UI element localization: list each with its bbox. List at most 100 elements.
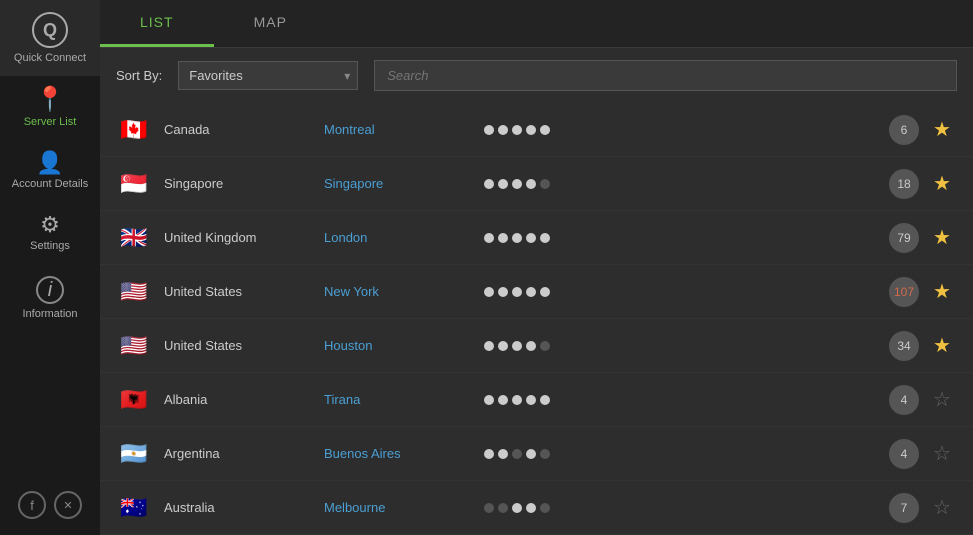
country-name: Argentina <box>164 446 324 461</box>
sidebar-item-label: Server List <box>24 116 77 128</box>
country-flag: 🇸🇬 <box>116 172 152 196</box>
search-input[interactable] <box>374 60 957 91</box>
favorite-star-button[interactable]: ☆ <box>927 493 957 523</box>
country-name: Australia <box>164 500 324 515</box>
city-name: Houston <box>324 338 484 353</box>
account-icon: 👤 <box>36 152 63 174</box>
country-flag: 🇺🇸 <box>116 280 152 304</box>
server-count-badge: 79 <box>889 223 919 253</box>
sidebar-item-label: Information <box>22 308 77 320</box>
filled-dot <box>484 449 494 459</box>
country-flag: 🇬🇧 <box>116 226 152 250</box>
server-count-badge: 6 <box>889 115 919 145</box>
table-row[interactable]: 🇸🇬 SingaporeSingapore 18 ★ <box>100 157 973 211</box>
city-name: Buenos Aires <box>324 446 484 461</box>
empty-dot <box>498 503 508 513</box>
signal-strength <box>484 287 889 297</box>
filled-dot <box>540 395 550 405</box>
filled-dot <box>498 233 508 243</box>
table-row[interactable]: 🇺🇸 United StatesNew York 107 ★ <box>100 265 973 319</box>
empty-dot <box>484 503 494 513</box>
filled-dot <box>540 233 550 243</box>
favorite-star-button[interactable]: ☆ <box>927 385 957 415</box>
filled-dot <box>498 395 508 405</box>
signal-strength <box>484 233 889 243</box>
signal-strength <box>484 341 889 351</box>
server-count-badge: 7 <box>889 493 919 523</box>
table-row[interactable]: 🇦🇺AustraliaMelbourne7☆ <box>100 481 973 535</box>
sort-select-wrapper: Favorites Country City Server Count ▾ <box>178 61 358 90</box>
tab-map[interactable]: MAP <box>214 0 327 47</box>
filled-dot <box>484 233 494 243</box>
sidebar-item-information[interactable]: i Information <box>0 264 100 332</box>
filled-dot <box>498 449 508 459</box>
favorite-star-button[interactable]: ★ <box>927 115 957 145</box>
server-list: 🇨🇦CanadaMontreal6★🇸🇬SingaporeSingapore18… <box>100 103 973 535</box>
city-name: Tirana <box>324 392 484 407</box>
server-list-icon: 📍 <box>35 88 65 112</box>
sidebar-item-quick-connect[interactable]: Q Quick Connect <box>0 0 100 76</box>
filled-dot <box>512 179 522 189</box>
table-row[interactable]: 🇦🇱AlbaniaTirana4☆ <box>100 373 973 427</box>
table-row[interactable]: 🇦🇷 ArgentinaBuenos Aires 4 ☆ <box>100 427 973 481</box>
table-row[interactable]: 🇺🇸United StatesHouston34★ <box>100 319 973 373</box>
sort-label: Sort By: <box>116 68 162 83</box>
sidebar-item-label: Settings <box>30 240 70 252</box>
empty-dot <box>540 179 550 189</box>
city-name: New York <box>324 284 484 299</box>
sort-select[interactable]: Favorites Country City Server Count <box>178 61 358 90</box>
q-icon: Q <box>32 12 68 48</box>
signal-strength <box>484 449 889 459</box>
settings-icon: ⚙ <box>40 214 60 236</box>
tab-list[interactable]: LIST <box>100 0 214 47</box>
sidebar-item-label: Account Details <box>12 178 88 190</box>
signal-strength <box>484 395 889 405</box>
country-name: Canada <box>164 122 324 137</box>
favorite-star-button[interactable]: ☆ <box>927 439 957 469</box>
tab-bar: LIST MAP <box>100 0 973 48</box>
signal-strength <box>484 125 889 135</box>
twitter-icon[interactable]: ✕ <box>54 491 82 519</box>
country-flag: 🇦🇷 <box>116 442 152 466</box>
signal-strength <box>484 503 889 513</box>
country-flag: 🇦🇺 <box>116 496 152 520</box>
sidebar-item-server-list[interactable]: 📍 Server List <box>0 76 100 140</box>
table-row[interactable]: 🇬🇧United KingdomLondon79★ <box>100 211 973 265</box>
filled-dot <box>512 287 522 297</box>
filled-dot <box>540 287 550 297</box>
table-row[interactable]: 🇨🇦CanadaMontreal6★ <box>100 103 973 157</box>
filled-dot <box>526 503 536 513</box>
favorite-star-button[interactable]: ★ <box>927 331 957 361</box>
filled-dot <box>484 287 494 297</box>
server-count-badge: 107 <box>889 277 919 307</box>
filled-dot <box>484 341 494 351</box>
signal-strength <box>484 179 889 189</box>
empty-dot <box>512 449 522 459</box>
server-count-badge: 4 <box>889 439 919 469</box>
filled-dot <box>484 179 494 189</box>
country-name: Singapore <box>164 176 324 191</box>
city-name: London <box>324 230 484 245</box>
country-name: United States <box>164 284 324 299</box>
filled-dot <box>498 179 508 189</box>
city-name: Montreal <box>324 122 484 137</box>
social-links: f ✕ <box>10 483 90 527</box>
sidebar-item-settings[interactable]: ⚙ Settings <box>0 202 100 264</box>
server-count-badge: 34 <box>889 331 919 361</box>
favorite-star-button[interactable]: ★ <box>927 169 957 199</box>
city-name: Singapore <box>324 176 484 191</box>
filled-dot <box>512 395 522 405</box>
main-content: LIST MAP Sort By: Favorites Country City… <box>100 0 973 535</box>
filled-dot <box>526 179 536 189</box>
country-name: Albania <box>164 392 324 407</box>
empty-dot <box>540 503 550 513</box>
facebook-icon[interactable]: f <box>18 491 46 519</box>
filled-dot <box>526 395 536 405</box>
controls-row: Sort By: Favorites Country City Server C… <box>100 48 973 103</box>
server-count-badge: 18 <box>889 169 919 199</box>
filled-dot <box>512 341 522 351</box>
favorite-star-button[interactable]: ★ <box>927 277 957 307</box>
sidebar-item-account-details[interactable]: 👤 Account Details <box>0 140 100 202</box>
favorite-star-button[interactable]: ★ <box>927 223 957 253</box>
sidebar-item-label: Quick Connect <box>14 52 86 64</box>
